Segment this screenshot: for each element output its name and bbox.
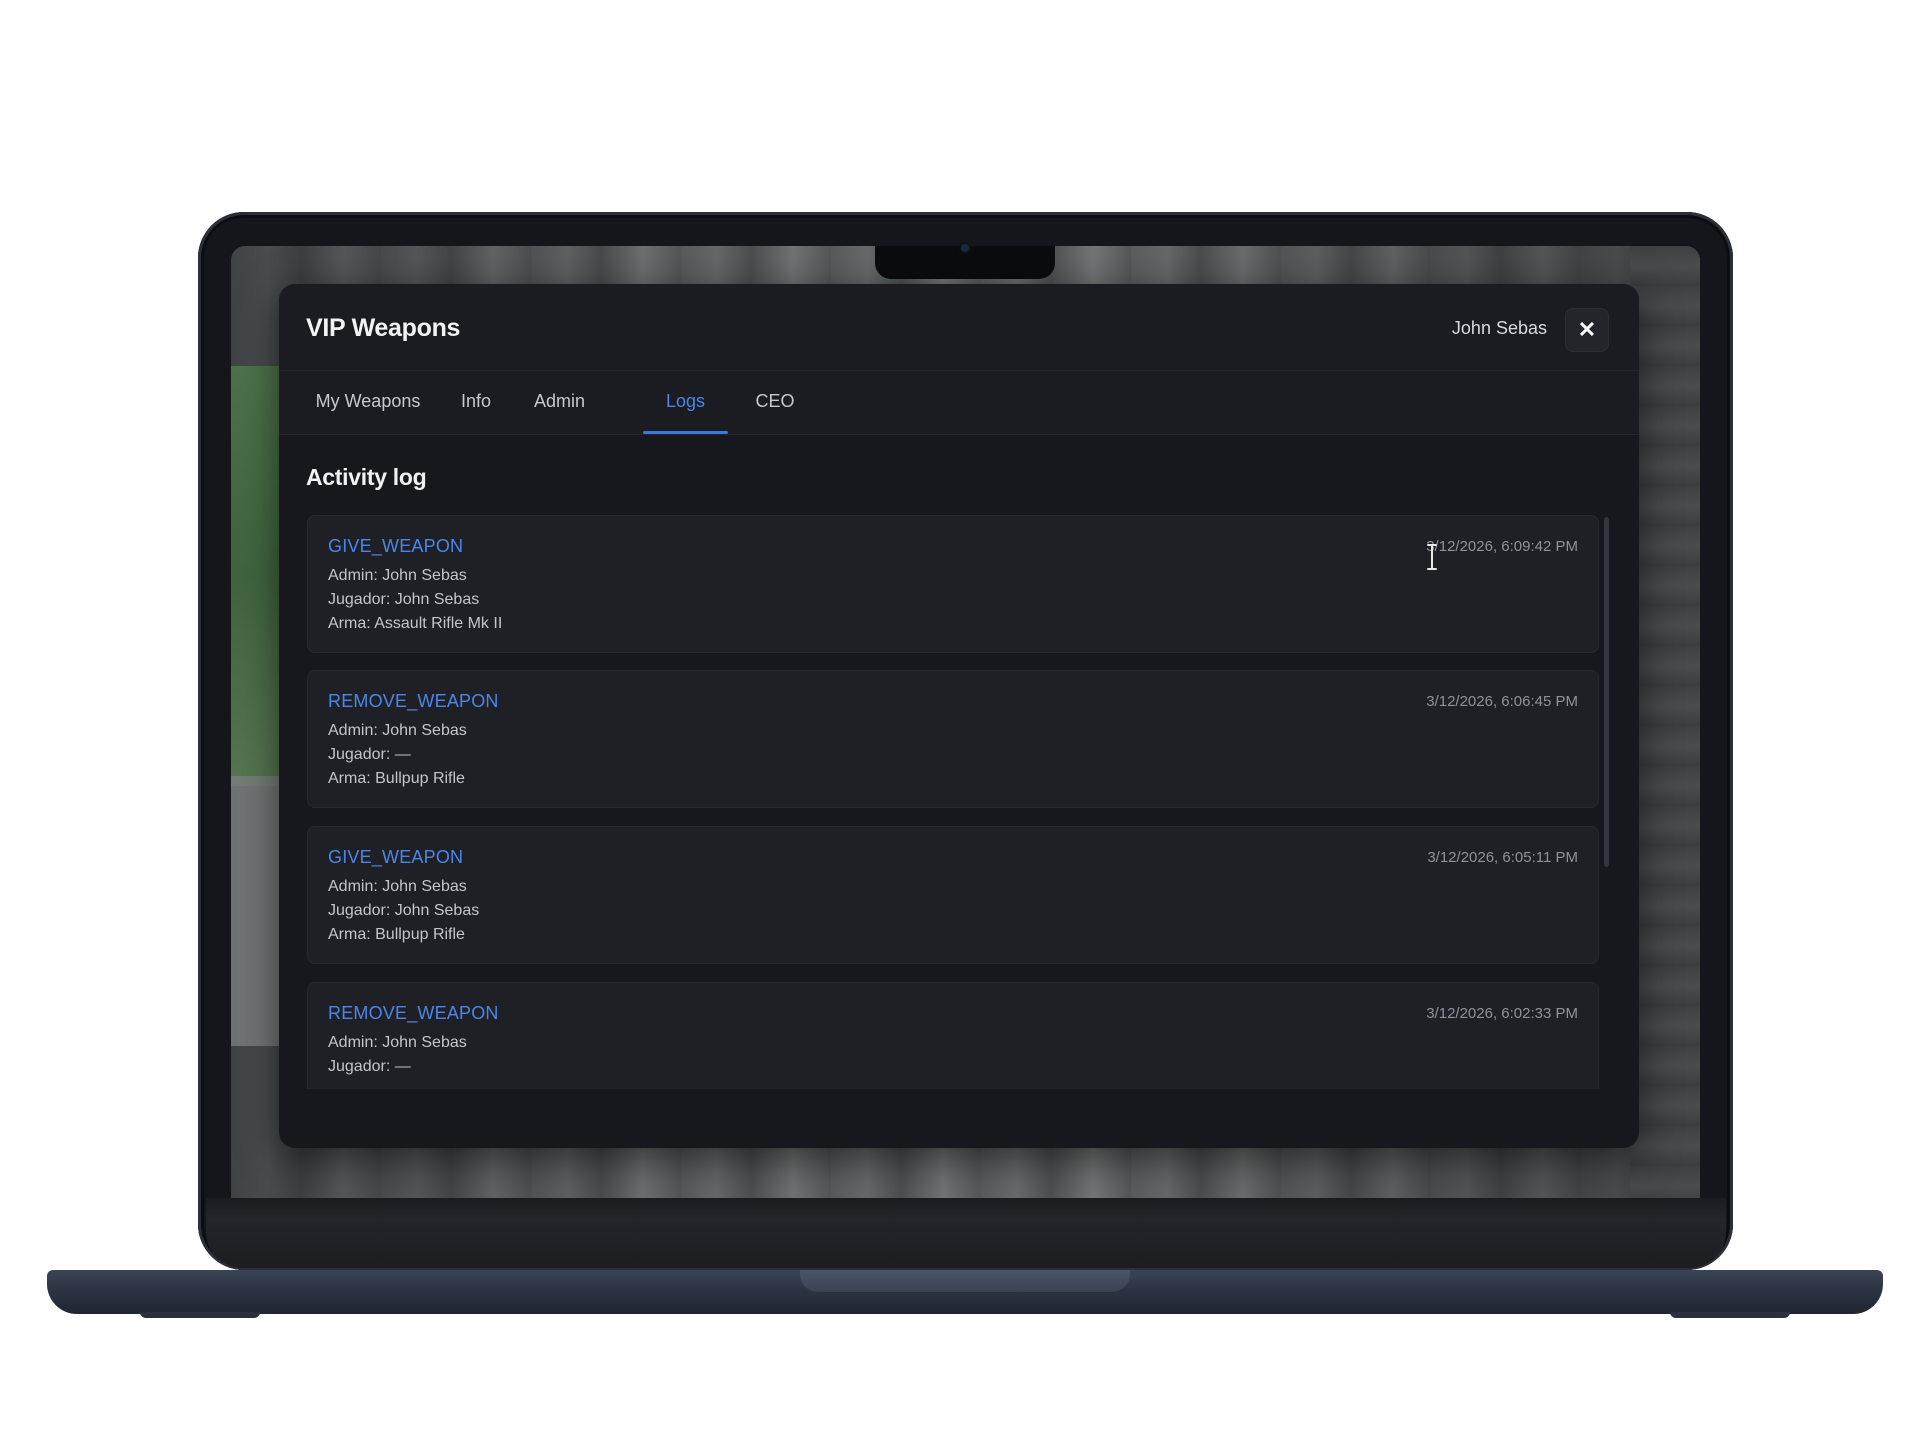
tab-admin[interactable]: Admin [527,371,592,434]
tab-my-weapons[interactable]: My Weapons [309,371,427,434]
tab-ceo[interactable]: CEO [751,371,799,434]
tab-info[interactable]: Info [453,371,499,434]
activity-log-list[interactable]: GIVE_WEAPON 3/12/2026, 6:09:42 PM Admin:… [307,515,1599,1089]
log-action: REMOVE_WEAPON [328,691,499,711]
log-player: Jugador: John Sebas [328,902,480,919]
log-weapon: Arma: Assault Rifle Mk II [328,615,503,632]
window-header: VIP Weapons John Sebas ✕ [279,284,1639,371]
log-admin: Admin: John Sebas [328,567,467,584]
tab-logs[interactable]: Logs [643,371,728,434]
log-scrollbar[interactable] [1604,517,1609,867]
log-player: Jugador: — [328,1058,411,1075]
user-name: John Sebas [1451,318,1547,338]
log-admin: Admin: John Sebas [328,878,467,895]
window-title: VIP Weapons [306,314,461,342]
log-admin: Admin: John Sebas [328,722,467,739]
log-player: Jugador: — [328,746,411,763]
log-timestamp: 3/12/2026, 6:05:11 PM [1427,849,1578,866]
tab-bar: My Weapons Info Admin Logs CEO [279,371,1639,435]
log-admin: Admin: John Sebas [328,1034,467,1051]
close-icon: ✕ [1577,317,1597,342]
background-wall-panel [231,776,281,1046]
log-action: GIVE_WEAPON [328,536,464,556]
text-cursor-icon [1427,544,1437,570]
activity-log-heading: Activity log [306,464,427,490]
laptop-base-notch [800,1270,1130,1292]
log-timestamp: 3/12/2026, 6:06:45 PM [1426,693,1578,710]
log-weapon: Arma: Bullpup Rifle [328,770,465,787]
log-timestamp: 3/12/2026, 6:02:33 PM [1426,1005,1578,1022]
log-entry: REMOVE_WEAPON 3/12/2026, 6:06:45 PM Admi… [307,670,1599,808]
background-wall-green [231,366,279,786]
background-wall-right [1630,246,1700,1200]
log-entry: GIVE_WEAPON 3/12/2026, 6:09:42 PM Admin:… [307,515,1599,653]
laptop-chin [206,1198,1726,1268]
laptop-foot-right [1670,1312,1790,1318]
log-action: GIVE_WEAPON [328,847,464,867]
log-entry: GIVE_WEAPON 3/12/2026, 6:05:11 PM Admin:… [307,826,1599,964]
laptop-foot-left [140,1312,260,1318]
log-weapon: Arma: Bullpup Rifle [328,926,465,943]
close-button[interactable]: ✕ [1565,308,1609,352]
log-entry: REMOVE_WEAPON 3/12/2026, 6:02:33 PM Admi… [307,982,1599,1089]
camera-icon [961,244,969,252]
log-action: REMOVE_WEAPON [328,1003,499,1023]
log-player: Jugador: John Sebas [328,591,480,608]
vip-weapons-window: VIP Weapons John Sebas ✕ My Weapons Info… [279,284,1639,1148]
log-timestamp: 3/12/2026, 6:09:42 PM [1426,538,1578,555]
